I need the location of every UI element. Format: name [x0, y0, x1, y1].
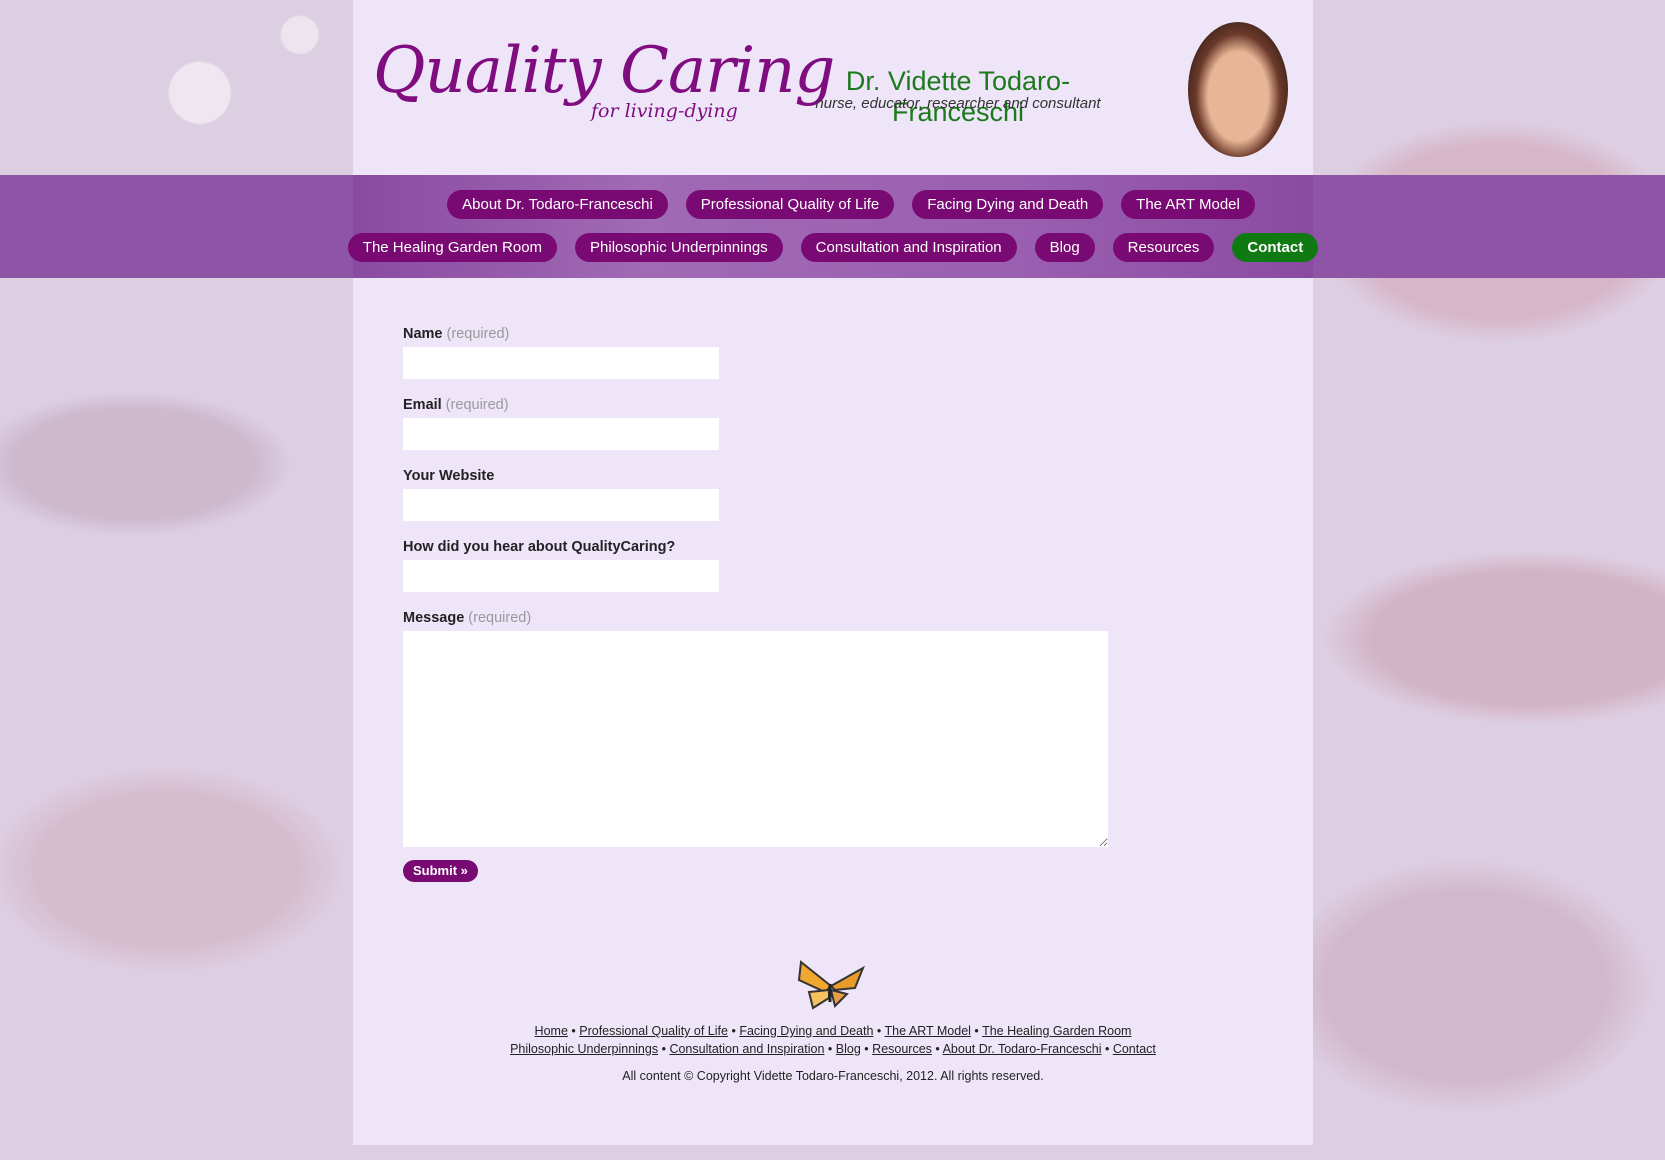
footer-link-about[interactable]: About Dr. Todaro-Franceschi [943, 1042, 1102, 1056]
footer-link-art-model[interactable]: The ART Model [885, 1024, 971, 1038]
footer-link-resources[interactable]: Resources [872, 1042, 932, 1056]
footer-links-row-1: Home • Professional Quality of Life • Fa… [534, 1024, 1132, 1038]
footer-link-philosophic[interactable]: Philosophic Underpinnings [510, 1042, 658, 1056]
site-logo-title[interactable]: Quality Caring [373, 34, 835, 108]
submit-button[interactable]: Submit » [403, 860, 478, 882]
nav-consultation[interactable]: Consultation and Inspiration [800, 233, 1017, 262]
message-field[interactable] [403, 631, 1108, 847]
doctor-tagline: nurse, educator, researcher and consulta… [815, 95, 1101, 112]
name-field[interactable] [403, 347, 719, 379]
nav-about[interactable]: About Dr. Todaro-Franceschi [447, 190, 668, 219]
site-logo-subtitle: for living-dying [591, 100, 738, 122]
page-container: Quality Caring for living-dying Dr. Vide… [347, 0, 1319, 1145]
nav-art-model[interactable]: The ART Model [1121, 190, 1255, 219]
butterfly-icon [797, 960, 865, 1010]
hear-about-field[interactable] [403, 560, 719, 592]
nav-contact[interactable]: Contact [1232, 233, 1319, 262]
contact-form: Name (required) Email (required) Your We… [403, 326, 1108, 847]
email-field[interactable] [403, 418, 719, 450]
nav-row-2: The Healing Garden Room Philosophic Unde… [347, 233, 1319, 262]
footer-link-contact[interactable]: Contact [1113, 1042, 1156, 1056]
message-label: Message (required) [403, 610, 532, 626]
nav-philosophic[interactable]: Philosophic Underpinnings [575, 233, 783, 262]
nav-row-1: About Dr. Todaro-Franceschi Professional… [371, 190, 1331, 219]
copyright-notice: All content © Copyright Vidette Todaro-F… [622, 1069, 1044, 1083]
nav-professional-quality[interactable]: Professional Quality of Life [685, 190, 895, 219]
doctor-portrait [1188, 22, 1288, 157]
footer-links: Home • Professional Quality of Life • Fa… [353, 1022, 1313, 1058]
website-field[interactable] [403, 489, 719, 521]
footer-links-row-2: Philosophic Underpinnings • Consultation… [510, 1042, 1156, 1056]
nav-facing-dying[interactable]: Facing Dying and Death [912, 190, 1104, 219]
main-navigation: About Dr. Todaro-Franceschi Professional… [347, 175, 1319, 278]
footer-link-blog[interactable]: Blog [836, 1042, 861, 1056]
footer-link-consultation[interactable]: Consultation and Inspiration [669, 1042, 824, 1056]
nav-healing-garden[interactable]: The Healing Garden Room [347, 233, 558, 262]
footer-link-healing-garden[interactable]: The Healing Garden Room [982, 1024, 1131, 1038]
footer-link-home[interactable]: Home [535, 1024, 568, 1038]
website-label: Your Website [403, 468, 495, 484]
footer-link-professional-quality[interactable]: Professional Quality of Life [579, 1024, 728, 1038]
footer-link-facing-dying[interactable]: Facing Dying and Death [739, 1024, 873, 1038]
name-label: Name (required) [403, 326, 510, 342]
nav-resources[interactable]: Resources [1112, 233, 1215, 262]
nav-blog[interactable]: Blog [1034, 233, 1095, 262]
email-label: Email (required) [403, 397, 509, 413]
hear-about-label: How did you hear about QualityCaring? [403, 539, 676, 555]
